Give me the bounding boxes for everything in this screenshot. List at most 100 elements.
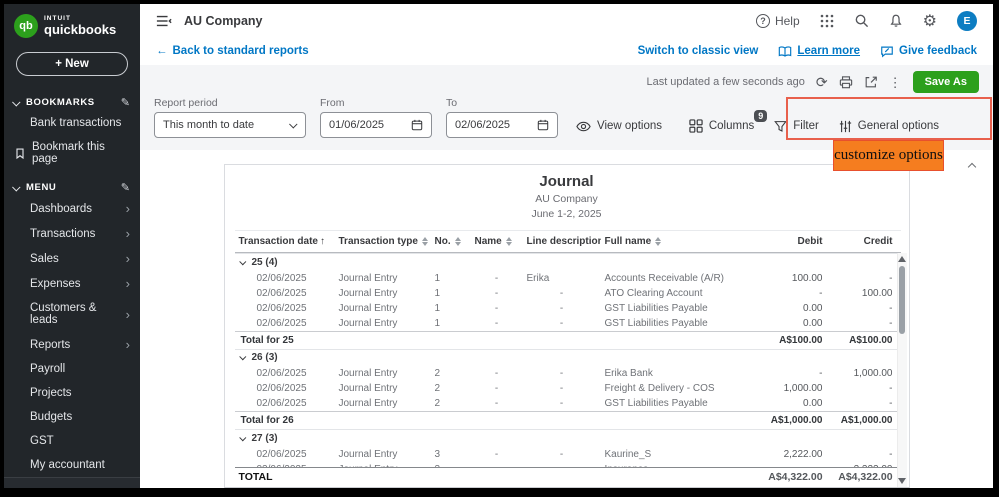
sidebar-item-projects[interactable]: Projects (4, 381, 140, 405)
scroll-down-arrow-icon[interactable] (898, 478, 906, 484)
sidebar-item-budgets[interactable]: Budgets (4, 405, 140, 429)
export-icon[interactable] (864, 75, 878, 89)
from-date-input[interactable]: 01/06/2025 (320, 112, 432, 138)
chevron-right-icon: › (126, 227, 130, 240)
grand-total-debit: A$4,322.00 (751, 468, 831, 487)
filter-button[interactable]: Filter (774, 120, 819, 133)
group-total-row: Total for 25A$100.00A$100.00 (235, 331, 899, 349)
chevron-down-icon (239, 354, 246, 361)
more-options-kebab-icon[interactable]: ⋮ (889, 76, 902, 89)
sidebar-collapse-icon[interactable] (156, 14, 172, 28)
col-full-name[interactable]: Full name (601, 231, 751, 253)
table-cell: 0.00 (751, 301, 831, 316)
table-cell: Journal Entry (335, 301, 431, 316)
collapse-panel-chevron-up-icon[interactable] (965, 153, 979, 179)
group-total-label: Total for 25 (235, 331, 751, 349)
learn-more-link[interactable]: Learn more (778, 45, 860, 58)
table-cell: Erika (523, 271, 601, 286)
menu-settings-button[interactable]: ⚙ Menu settings (4, 477, 140, 488)
sidebar-item-sales[interactable]: Sales› (4, 246, 140, 271)
table-cell: 1,000.00 (751, 381, 831, 396)
table-cell: 02/06/2025 (235, 286, 335, 301)
to-date-input[interactable]: 02/06/2025 (446, 112, 558, 138)
search-icon[interactable] (854, 13, 869, 28)
save-as-button[interactable]: Save As (913, 71, 979, 93)
sidebar-item-bookmark-this-page[interactable]: Bookmark this page (4, 135, 140, 171)
table-row[interactable]: 02/06/2025Journal Entry2--Erika Bank-1,0… (235, 366, 899, 381)
group-total-label: Total for 26 (235, 412, 751, 430)
notifications-bell-icon[interactable] (889, 13, 903, 28)
col-line-description[interactable]: Line description (523, 231, 601, 253)
group-header-row[interactable]: 26 (3) (235, 349, 899, 366)
chevron-down-icon (239, 258, 246, 265)
table-cell: - (523, 396, 601, 412)
grand-total-row: TOTAL A$4,322.00 A$4,322.00 (235, 468, 901, 487)
switch-to-classic-view-link[interactable]: Switch to classic view (638, 45, 759, 57)
sidebar-item-reports[interactable]: Reports› (4, 332, 140, 357)
group-header-row[interactable]: 27 (3) (235, 430, 899, 447)
sidebar-item-transactions[interactable]: Transactions› (4, 221, 140, 246)
calendar-icon (411, 119, 423, 131)
table-cell: GST Liabilities Payable (601, 396, 751, 412)
sidebar-item-payroll[interactable]: Payroll (4, 357, 140, 381)
user-avatar[interactable]: E (957, 11, 977, 31)
sidebar-item-expenses[interactable]: Expenses› (4, 271, 140, 296)
group-header-row[interactable]: 25 (4) (235, 254, 899, 271)
table-row[interactable]: 02/06/2025Journal Entry1-ErikaAccounts R… (235, 271, 899, 286)
group-total-debit: A$1,000.00 (751, 412, 831, 430)
columns-button[interactable]: Columns 9 (689, 119, 754, 133)
table-cell: - (523, 301, 601, 316)
back-to-standard-reports-link[interactable]: ← Back to standard reports (156, 45, 309, 57)
col-name[interactable]: Name (471, 231, 523, 253)
qb-logo-icon: qb (14, 14, 38, 38)
table-row[interactable]: 02/06/2025Journal Entry2--GST Liabilitie… (235, 396, 899, 412)
sort-both-icon (655, 237, 661, 246)
sidebar-item-label: Dashboards (30, 203, 126, 215)
table-cell: 02/06/2025 (235, 271, 335, 286)
table-cell: Journal Entry (335, 366, 431, 381)
chevron-right-icon: › (126, 277, 130, 290)
sidebar-item-bank-transactions[interactable]: Bank transactions (4, 111, 140, 135)
table-row[interactable]: 02/06/2025Journal Entry2--Freight & Deli… (235, 381, 899, 396)
refresh-icon[interactable]: ⟳ (816, 75, 828, 89)
table-row[interactable]: 02/06/2025Journal Entry1--ATO Clearing A… (235, 286, 899, 301)
table-row[interactable]: 02/06/2025Journal Entry1--GST Liabilitie… (235, 316, 899, 332)
chevron-down-icon (12, 98, 20, 106)
table-row[interactable]: 02/06/2025Journal Entry3--Kaurine_S2,222… (235, 447, 899, 462)
settings-gear-icon[interactable]: ⚙ (923, 11, 937, 31)
col-no[interactable]: No. (431, 231, 471, 253)
top-navbar: AU Company ? Help ⚙ E (140, 4, 993, 37)
sidebar-item-label: Payroll (30, 363, 130, 375)
table-cell: Journal Entry (335, 286, 431, 301)
print-icon[interactable] (839, 76, 853, 89)
col-transaction-type[interactable]: Transaction type (335, 231, 431, 253)
table-cell: GST Liabilities Payable (601, 301, 751, 316)
book-icon (778, 45, 792, 58)
sidebar-item-dashboards[interactable]: Dashboards› (4, 196, 140, 221)
sidebar-item-my-accountant[interactable]: My accountant (4, 453, 140, 477)
edit-pencil-icon[interactable]: ✎ (121, 96, 130, 109)
company-name: AU Company (184, 14, 262, 28)
apps-grid-icon[interactable] (820, 14, 834, 28)
new-button[interactable]: + New (16, 52, 128, 76)
col-credit[interactable]: Credit (831, 231, 901, 253)
report-period-select[interactable]: This month to date (154, 112, 306, 138)
table-scrollbar[interactable] (897, 253, 907, 487)
scrollbar-thumb[interactable] (899, 266, 905, 334)
general-options-button[interactable]: General options (839, 120, 939, 133)
edit-pencil-icon[interactable]: ✎ (121, 181, 130, 194)
menu-section-header[interactable]: MENU ✎ (4, 171, 140, 196)
general-options-label: General options (858, 120, 939, 132)
view-options-button[interactable]: View options (576, 120, 662, 138)
gear-icon: ⚙ (16, 487, 29, 488)
table-row[interactable]: 02/06/2025Journal Entry1--GST Liabilitie… (235, 301, 899, 316)
bookmarks-section-header[interactable]: BOOKMARKS ✎ (4, 86, 140, 111)
sidebar-item-gst[interactable]: GST (4, 429, 140, 453)
scroll-up-arrow-icon[interactable] (898, 256, 906, 262)
col-transaction-date[interactable]: Transaction date↑ (235, 231, 335, 253)
sidebar-item-customers-leads[interactable]: Customers & leads› (4, 296, 140, 332)
back-link-label: Back to standard reports (173, 45, 309, 57)
help-button[interactable]: ? Help (756, 14, 800, 28)
give-feedback-link[interactable]: Give feedback (880, 45, 977, 58)
col-debit[interactable]: Debit (751, 231, 831, 253)
